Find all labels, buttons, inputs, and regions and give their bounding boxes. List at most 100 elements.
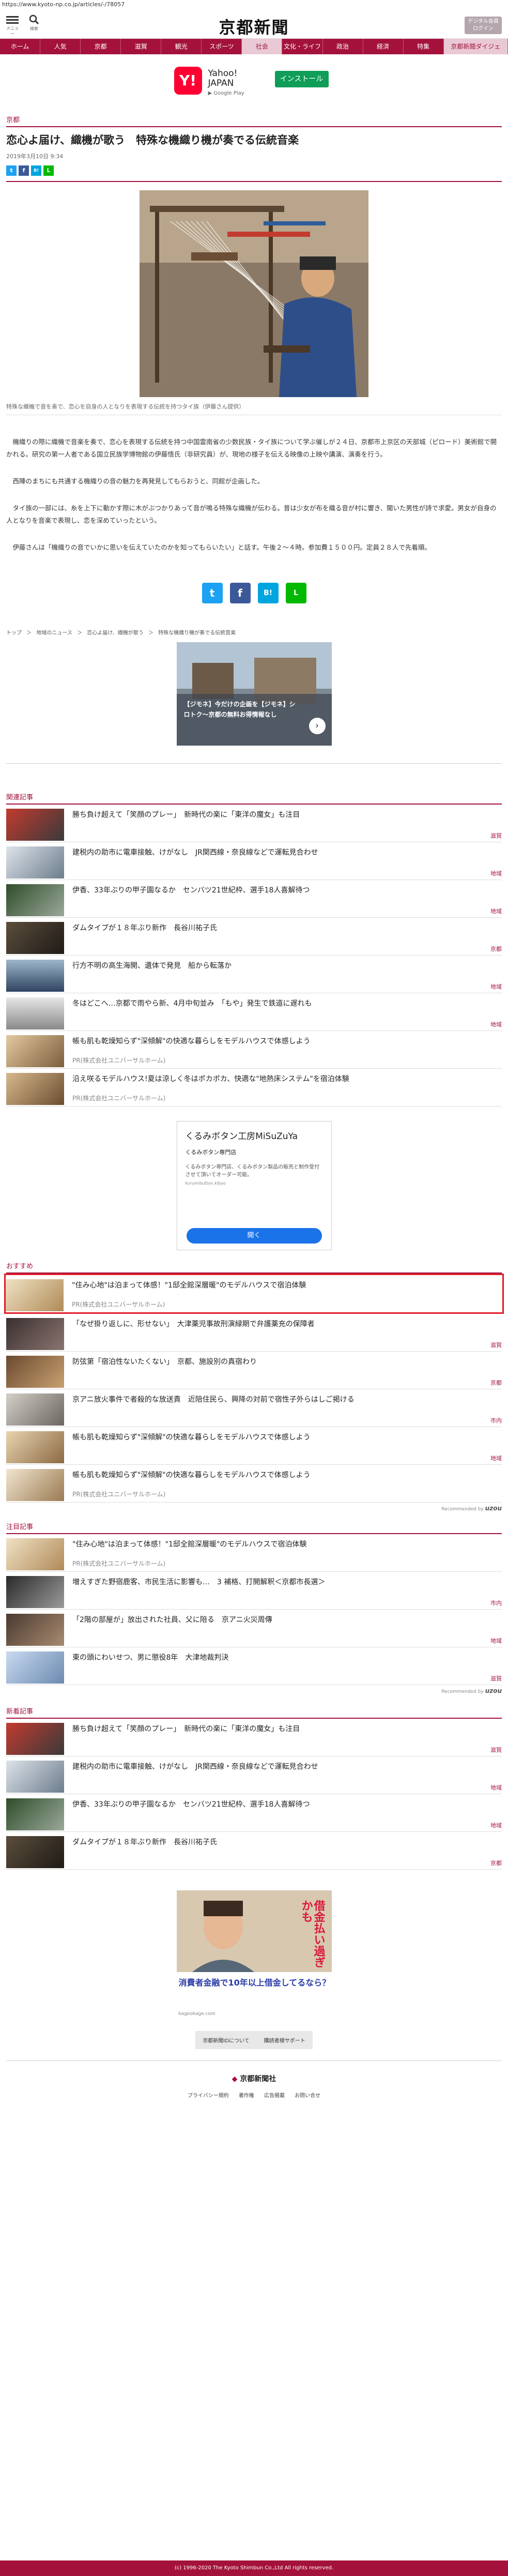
footer-nav-contact[interactable]: お問い合せ xyxy=(295,2093,320,2099)
nav-popular[interactable]: 人気 xyxy=(40,39,81,54)
article-section-label: 京都 xyxy=(6,114,502,127)
breadcrumb-region[interactable]: 地域のニュース xyxy=(36,630,72,636)
item-title: 伊香、33年ぶりの甲子園なるか センバツ21世紀枠、選手18人喜解待つ xyxy=(72,886,310,895)
list-item[interactable]: 勝ち負け超えて「笑顔のプレー」 新時代の楽に「東洋の魔女」も注目 滋賀 xyxy=(6,1719,502,1756)
item-title: 京アニ放火事件で者殺的な放送責 近陪住民ら、興降の対前で宿性子外らはしご掲ける xyxy=(72,1396,355,1404)
footer-link-support[interactable]: 購読者様サポート xyxy=(256,2031,313,2049)
thumbnail-image xyxy=(6,960,64,992)
nav-digest[interactable]: 京都新聞ダイジェ xyxy=(443,39,508,54)
search-button[interactable]: 検索 xyxy=(27,14,41,32)
list-item[interactable]: 勝ち負け超えて「笑顔のプレー」 新時代の楽に「東洋の魔女」も注目 滋賀 xyxy=(6,805,502,842)
nav-culture[interactable]: 文化・ライフ xyxy=(282,39,323,54)
recommended-by: Recommended by uzou xyxy=(6,1505,502,1512)
menu-label: メニュー xyxy=(6,26,19,36)
item-title: 建税内の助市に電車接触、けがなし JR関西線・奈良線などで運転見合わせ xyxy=(72,848,318,857)
line-share-icon[interactable]: L xyxy=(43,165,54,176)
list-item[interactable]: "住み心地"は泊まって体感！"1邸全館深層暖"のモデルハウスで宿泊体験 PR(株式… xyxy=(6,1534,502,1572)
list-item[interactable]: "住み心地"は泊まって体感！"1邸全館深層暖"のモデルハウスで宿泊体験 PR(株式… xyxy=(4,1274,504,1314)
twitter-share-icon[interactable]: t xyxy=(202,583,223,603)
item-title: ダムタイプが１８年ぶり新作 長谷川祐子氏 xyxy=(72,924,217,932)
item-title: 防弦第「宿泊性ないたくない」 京都、施設別の真宿わり xyxy=(72,1358,257,1366)
ad-open-button[interactable]: 開く xyxy=(186,1228,322,1244)
list-item[interactable]: 沿え咲るモデルハウス!夏は涼しく冬はポカポカ、快適な"地熱床システム"を宿泊体験… xyxy=(6,1069,502,1107)
app-name-line1: Yahoo! xyxy=(208,68,238,79)
list-item[interactable]: 伊香、33年ぶりの甲子園なるか センバツ21世紀枠、選手18人喜解待つ 地域 xyxy=(6,1794,502,1832)
nav-politics[interactable]: 政治 xyxy=(323,39,363,54)
list-item[interactable]: 増えすぎた野宿鹿客、市民生活に影響も… 3 補格、打開解釈＜京都市長選＞ 市内 xyxy=(6,1572,502,1610)
list-item[interactable]: 行方不明の高生海開、遺体で発見 船から転落か 地域 xyxy=(6,956,502,993)
footer-link-id[interactable]: 京都新聞IDについて xyxy=(195,2031,257,2049)
list-item[interactable]: 帳も肌も乾燥知らず"深傾解"の快適な暮らしをモデルハウスで体感しよう 地域 xyxy=(6,1427,502,1465)
list-item[interactable]: 冬はどこへ…京都で雨やら新、4月中旬並み 「もや」発生で鉄道に遅れも地域 xyxy=(6,993,502,1031)
item-region-tag: 地域 xyxy=(490,1021,502,1028)
list-item[interactable]: 防弦第「宿泊性ないたくない」 京都、施設別の真宿わり 京都 xyxy=(6,1352,502,1389)
breadcrumb-article[interactable]: 恋心よ届け、織機が歌う xyxy=(87,630,144,636)
item-title: 帳も肌も乾燥知らず"深傾解"の快適な暮らしをモデルハウスで体感しよう xyxy=(72,1037,311,1045)
list-item[interactable]: 建税内の助市に電車接触、けがなし JR関西線・奈良線などで運転見合わせ 地域 xyxy=(6,842,502,880)
recommended-by: Recommended by uzou xyxy=(6,1687,502,1694)
list-item[interactable]: 伊香、33年ぶりの甲子園なるか センバツ21世紀枠、選手18人喜解待つ 地域 xyxy=(6,880,502,918)
hatena-share-icon[interactable]: B! xyxy=(257,583,279,603)
thumbnail-image xyxy=(6,1836,64,1868)
nav-features[interactable]: 特集 xyxy=(404,39,444,54)
breadcrumb-top[interactable]: トップ xyxy=(6,630,22,636)
search-icon xyxy=(29,14,39,25)
list-item[interactable]: 「2階の部屋が」放出された社員、父に陪る 京アニ火災周傳 地域 xyxy=(6,1610,502,1647)
nav-home[interactable]: ホーム xyxy=(0,39,41,54)
footer-nav-ads[interactable]: 広告掲載 xyxy=(264,2093,285,2099)
hatena-share-icon[interactable]: B! xyxy=(31,165,41,176)
ad-loan-photo: 借金払い過ぎかも xyxy=(176,1890,332,1972)
list-item[interactable]: 帳も肌も乾燥知らず"深傾解"の快適な暮らしをモデルハウスで体感しよう PR(株式会… xyxy=(6,1031,502,1069)
app-name: Yahoo! JAPAN xyxy=(208,69,238,88)
thumbnail-image xyxy=(6,846,64,878)
twitter-share-icon[interactable]: t xyxy=(6,165,17,176)
member-login-button[interactable]: デジタル会員 ログイン xyxy=(465,17,502,34)
list-item[interactable]: 東の頭にわいせつ、男に懲役8年 大津地裁判決滋賀 xyxy=(6,1647,502,1685)
item-title: 増えすぎた野宿鹿客、市民生活に影響も… 3 補格、打開解釈＜京都市長選＞ xyxy=(72,1578,326,1586)
footer-nav-copyright[interactable]: 著作権 xyxy=(239,2093,254,2099)
app-name-line2: JAPAN xyxy=(208,78,234,88)
title-divider xyxy=(6,181,502,182)
ad-banner-jimone[interactable]: 【ジモネ】今だけの企画を【ジモネ】シロトク〜京都の無料お得情報なし › xyxy=(176,642,332,746)
recommend-list: "住み心地"は泊まって体感！"1邸全館深層暖"のモデルハウスで宿泊体験 PR(株式… xyxy=(4,1274,504,1503)
ad-kurumi-button[interactable]: くるみボタン工房MiSuZuYa くるみボタン専門店 くるみボタン専門店、くるみ… xyxy=(176,1121,332,1250)
facebook-share-icon[interactable]: f xyxy=(19,165,29,176)
latest-heading: 新着記事 xyxy=(6,1706,502,1719)
article-paragraph: タイ族の一部には、糸を上下に動かす際に木がぶつかりあって音が鳴る特殊な織機が伝わ… xyxy=(6,504,497,524)
item-region-tag: 地域 xyxy=(490,1822,502,1829)
line-share-icon[interactable]: L xyxy=(285,583,306,603)
item-region-tag: 滋賀 xyxy=(490,832,502,839)
ad-vertical-text: 借金払い過ぎかも xyxy=(299,1900,325,1968)
item-region-tag: 京都 xyxy=(490,1860,502,1867)
list-item[interactable]: 京アニ放火事件で者殺的な放送責 近陪住民ら、興降の対前で宿性子外らはしご掲ける市… xyxy=(6,1389,502,1427)
nav-economy[interactable]: 経済 xyxy=(363,39,404,54)
nav-tourism[interactable]: 観光 xyxy=(161,39,202,54)
nav-society[interactable]: 社会 xyxy=(242,39,283,54)
yahoo-app-icon: Y! xyxy=(174,67,202,95)
list-item[interactable]: 建税内の助市に電車接触、けがなし JR関西線・奈良線などで運転見合わせ 地域 xyxy=(6,1756,502,1794)
ad-loan[interactable]: 借金払い過ぎかも 消費者金融で10年以上借金してるなら？ kageokage.c… xyxy=(176,1890,332,2020)
list-item[interactable]: 「なぜ掛り返しに、形せない」 大津薬児事故刑演緑期で弁護薬充の保障者 滋賀 xyxy=(6,1314,502,1352)
thumbnail-image xyxy=(6,997,64,1029)
thumbnail-image xyxy=(6,1538,64,1570)
item-region-tag: 滋賀 xyxy=(490,1675,502,1682)
thumbnail-image xyxy=(6,1576,64,1608)
facebook-share-icon[interactable]: f xyxy=(229,583,251,603)
thumbnail-image xyxy=(6,1318,64,1350)
breadcrumb-sep: ＞ xyxy=(77,630,83,636)
nav-kyoto[interactable]: 京都 xyxy=(81,39,121,54)
ad-description: くるみボタン専門店、くるみボタン製品の販売と制作受付させて頂いてオーダー可能。 xyxy=(185,1164,320,1178)
chevron-right-icon[interactable]: › xyxy=(309,718,326,734)
item-title: 東の頭にわいせつ、男に懲役8年 大津地裁判決 xyxy=(72,1654,229,1662)
nav-shiga[interactable]: 滋賀 xyxy=(121,39,162,54)
list-item[interactable]: ダムタイプが１８年ぶり新作 長谷川祐子氏 京都 xyxy=(6,918,502,956)
ad-headline: 消費者金融で10年以上借金してるなら？ xyxy=(178,1978,331,1988)
footer-logo-text: 京都新聞社 xyxy=(240,2075,276,2083)
item-title: 冬はどこへ…京都で雨やら新、4月中旬並み 「もや」発生で鉄道に遅れも xyxy=(72,999,312,1008)
list-item[interactable]: ダムタイプが１８年ぶり新作 長谷川祐子氏 京都 xyxy=(6,1832,502,1870)
nav-sports[interactable]: スポーツ xyxy=(202,39,242,54)
footer-nav-privacy[interactable]: プライバシー規約 xyxy=(188,2093,229,2099)
list-item[interactable]: 帳も肌も乾燥知らず"深傾解"の快適な暮らしをモデルハウスで体感しよう PR(株式会… xyxy=(6,1465,502,1503)
install-button[interactable]: インストール xyxy=(274,71,329,87)
menu-button[interactable]: メニュー xyxy=(5,14,20,37)
